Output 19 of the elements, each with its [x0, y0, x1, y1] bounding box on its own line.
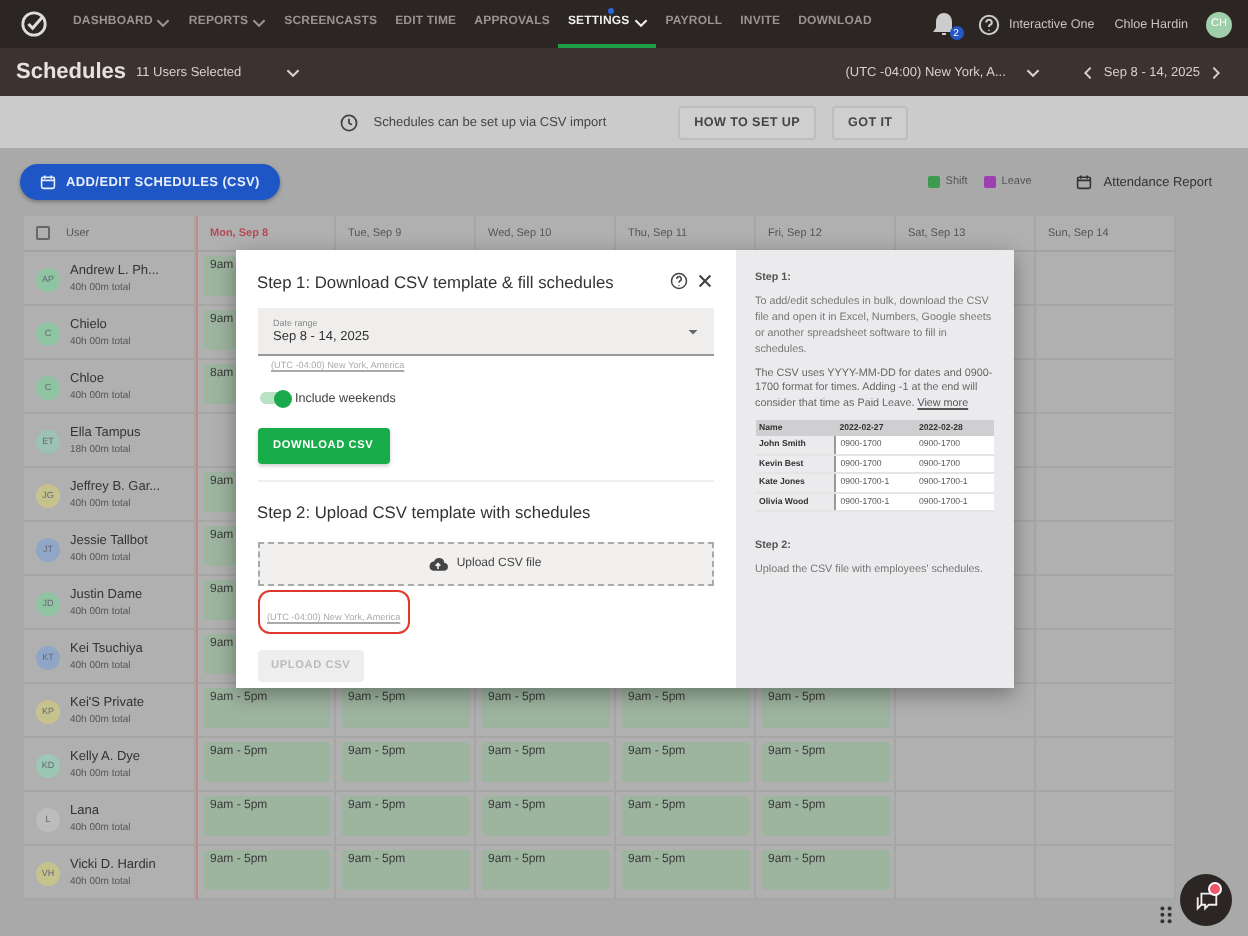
- page-title: Schedules: [16, 60, 124, 84]
- chat-button[interactable]: [1180, 874, 1232, 926]
- clock-icon: [339, 113, 358, 131]
- chat-icon: [1193, 887, 1219, 913]
- step-title: Step 1: Download CSV template & fill schedules: [257, 271, 616, 291]
- calendar-icon: [1075, 174, 1092, 190]
- select-all-checkbox[interactable]: [36, 226, 50, 240]
- chevron-right-icon: [1212, 65, 1220, 79]
- chevron-icon: [285, 67, 300, 77]
- logo-icon[interactable]: [20, 10, 48, 38]
- close-icon[interactable]: [695, 272, 713, 290]
- chevron-icon: [1025, 67, 1040, 77]
- cloud-upload-icon: [428, 555, 449, 571]
- caret-icon: [687, 329, 697, 335]
- calendar-icon: [40, 174, 56, 190]
- step-title: Step 2: Upload CSV template with schedules: [257, 501, 593, 521]
- drag-handle-icon[interactable]: [1160, 906, 1172, 924]
- help-icon[interactable]: [669, 272, 687, 290]
- chevron-left-icon: [1083, 65, 1092, 79]
